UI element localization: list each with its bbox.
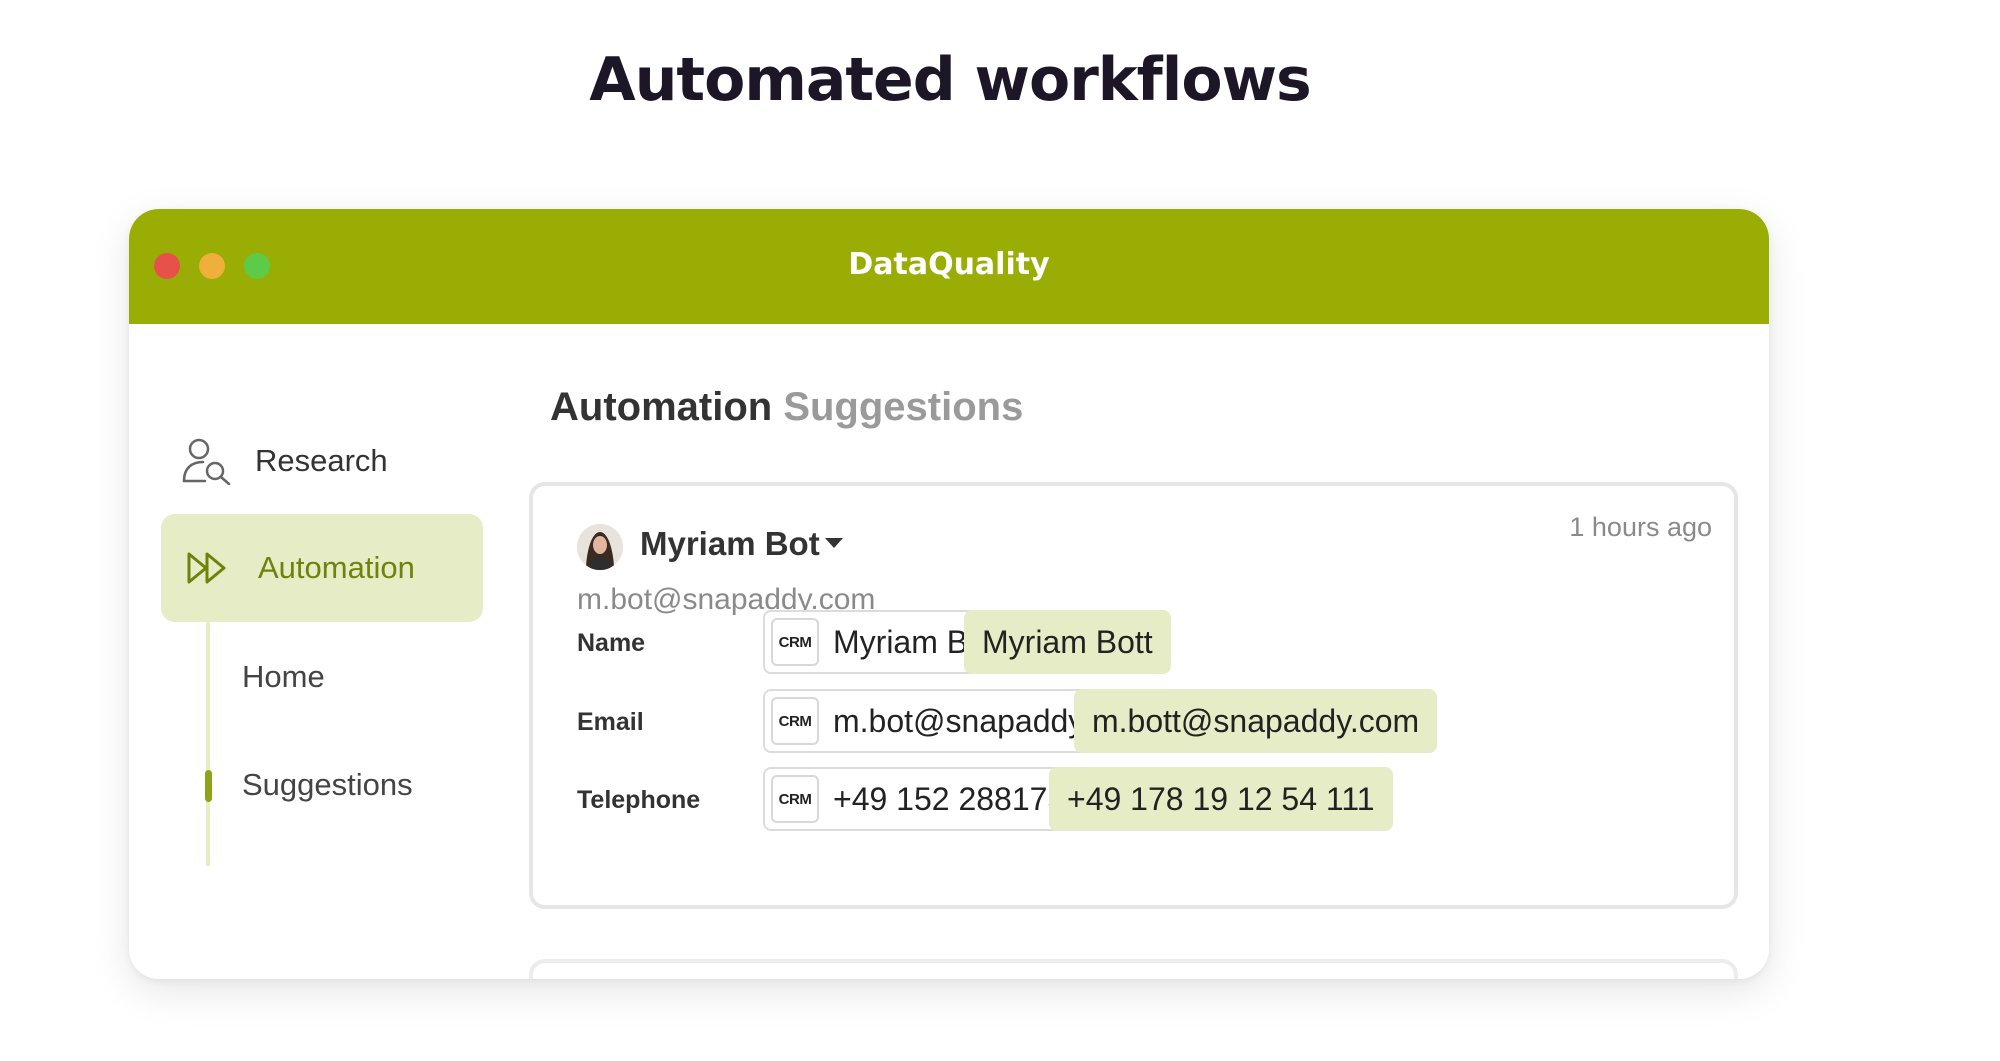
sidebar-subitem-suggestions[interactable]: Suggestions	[242, 767, 413, 803]
page-title-strong: Automation	[550, 385, 773, 429]
crm-tag: CRM	[771, 775, 819, 823]
page-title-muted: Suggestions	[783, 385, 1024, 429]
sidebar-subitem-home[interactable]: Home	[242, 659, 325, 695]
sidebar-item-research-label: Research	[255, 443, 388, 478]
suggested-value-telephone[interactable]: +49 178 19 12 54 111	[1049, 767, 1393, 831]
suggestion-card-next	[529, 959, 1738, 979]
page-headline: Automated workflows	[589, 45, 1311, 115]
contact-name: Myriam Bot	[640, 525, 820, 562]
window-title: DataQuality	[848, 247, 1050, 282]
field-label-email: Email	[577, 708, 644, 736]
sidebar-item-research[interactable]: Research	[181, 437, 388, 485]
crm-tag: CRM	[771, 618, 819, 666]
submenu-track	[206, 622, 210, 866]
sidebar-item-automation-label: Automation	[258, 550, 415, 585]
field-label-telephone: Telephone	[577, 786, 701, 814]
app-window: DataQuality Research Automation Home Sug…	[129, 209, 1769, 979]
suggested-value-name[interactable]: Myriam Bott	[964, 610, 1171, 674]
fast-forward-icon	[187, 552, 226, 584]
crm-tag: CRM	[771, 697, 819, 745]
field-label-name: Name	[577, 629, 646, 657]
page-title: Automation Suggestions	[550, 385, 1023, 430]
suggested-value-email[interactable]: m.bott@snapaddy.com	[1074, 689, 1438, 753]
submenu-active-indicator	[205, 770, 212, 802]
title-bar: DataQuality	[129, 209, 1769, 324]
person-avatar-icon	[577, 524, 623, 570]
suggestion-card: 1 hours ago Myriam Bot m.bot@snapaddy.co…	[529, 482, 1738, 909]
user-search-icon	[182, 438, 231, 485]
suggestion-timestamp: 1 hours ago	[1569, 512, 1712, 542]
sidebar-item-automation[interactable]: Automation	[161, 514, 483, 622]
avatar	[577, 524, 623, 570]
contact-dropdown-chevron-down-icon[interactable]	[825, 538, 843, 548]
